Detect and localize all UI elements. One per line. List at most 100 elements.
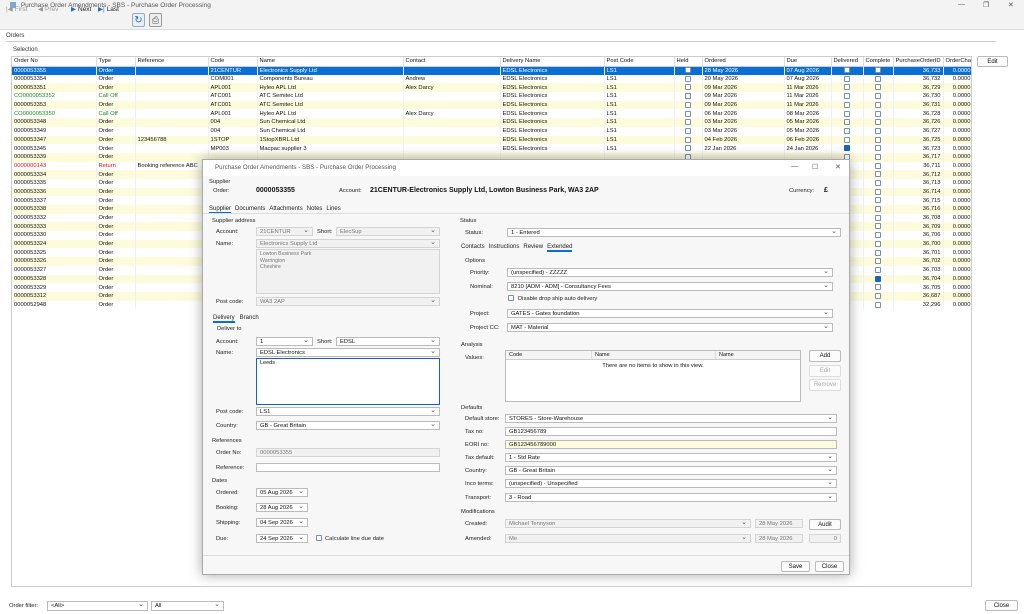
prev-button[interactable]: ◀ Prev xyxy=(38,5,58,14)
inco-select[interactable]: (unspecified) - Unspecified xyxy=(505,479,837,488)
dropship-checkbox[interactable] xyxy=(508,295,514,301)
complete-checkbox[interactable] xyxy=(875,232,881,239)
grid-column-header[interactable]: Held xyxy=(674,57,703,67)
table-row[interactable]: 0000053347 Order 123456788 1STOP 1StopXBRL L… xyxy=(12,135,971,145)
complete-checkbox[interactable] xyxy=(875,266,881,273)
held-checkbox[interactable] xyxy=(685,127,691,134)
close-main-button[interactable]: Close xyxy=(985,600,1018,611)
delivered-checkbox[interactable] xyxy=(844,101,850,108)
held-checkbox[interactable] xyxy=(685,110,691,117)
shipping-date-picker[interactable]: 04 Sep 2026 xyxy=(256,518,308,527)
analysis-remove-button[interactable]: Remove xyxy=(809,379,841,391)
transport-select[interactable]: 3 - Road xyxy=(505,493,837,502)
complete-checkbox[interactable] xyxy=(875,223,881,230)
held-checkbox[interactable] xyxy=(685,84,691,91)
complete-checkbox[interactable] xyxy=(875,214,881,221)
tab-instructions[interactable]: Instructions xyxy=(489,244,520,252)
close-window-icon[interactable]: ✕ xyxy=(1008,1,1014,9)
tab-delivery[interactable]: Delivery xyxy=(213,315,235,323)
delivered-checkbox[interactable] xyxy=(844,110,850,117)
table-row[interactable]: 0000053351 Order APL001 Hyleo APL Ltd Alex D… xyxy=(12,83,971,93)
store-select[interactable]: STORES - Store-Warehouse xyxy=(505,414,837,423)
dialog-minimize-icon[interactable]: — xyxy=(791,163,798,170)
edit-button[interactable]: Edit xyxy=(977,56,1008,67)
held-checkbox[interactable] xyxy=(685,75,691,82)
def-country-select[interactable]: GB - Great Britain xyxy=(505,466,837,475)
complete-checkbox[interactable] xyxy=(875,162,881,169)
grid-column-header[interactable]: PurchaseOrderID xyxy=(893,57,944,67)
save-button[interactable]: Save xyxy=(781,561,810,572)
complete-checkbox[interactable] xyxy=(875,180,881,187)
grid-column-header[interactable]: Type xyxy=(96,57,136,67)
complete-checkbox[interactable] xyxy=(875,206,881,213)
held-checkbox[interactable] xyxy=(685,93,691,100)
table-row[interactable]: 0000053345 Order MP003 Macpac supplier 3 EDS… xyxy=(12,144,971,153)
status-select[interactable]: 1 - Entered xyxy=(507,228,841,237)
projectcc-select[interactable]: MAT - Material xyxy=(507,323,833,332)
complete-checkbox[interactable] xyxy=(875,127,881,134)
complete-checkbox[interactable] xyxy=(875,75,881,82)
del-name-field[interactable]: EDSL Electronics xyxy=(256,348,440,357)
table-row[interactable]: 0000053355 Order 21CENTUR Electronics Suppl… xyxy=(12,66,971,75)
taxdef-select[interactable]: 1 - Std Rate xyxy=(505,453,837,462)
complete-checkbox[interactable] xyxy=(875,292,881,299)
complete-checkbox[interactable] xyxy=(875,93,881,100)
first-button[interactable]: |◀ First xyxy=(6,5,27,14)
delivered-checkbox[interactable] xyxy=(844,127,850,134)
complete-checkbox[interactable] xyxy=(875,67,881,74)
grid-column-header[interactable]: Reference xyxy=(135,57,209,67)
delivered-checkbox[interactable] xyxy=(844,119,850,126)
grid-column-header[interactable]: Delivery Name xyxy=(500,57,605,67)
close-dialog-button[interactable]: Close xyxy=(815,561,844,572)
eori-input[interactable]: GB123456789000 xyxy=(505,440,837,449)
delivered-checkbox[interactable] xyxy=(844,84,850,91)
held-checkbox[interactable] xyxy=(685,136,691,143)
complete-checkbox[interactable] xyxy=(875,258,881,265)
dialog-close-icon[interactable]: ✕ xyxy=(835,163,841,171)
calc-line-due-checkbox[interactable] xyxy=(316,535,322,541)
priority-select[interactable]: (unspecified) - ZZZZZ xyxy=(507,268,833,277)
held-checkbox[interactable] xyxy=(685,67,691,74)
grid-column-header[interactable]: Complete xyxy=(863,57,894,67)
grid-column-header[interactable]: Order No xyxy=(12,57,97,67)
tab-extended[interactable]: Extended xyxy=(547,244,573,252)
tab-review[interactable]: Review xyxy=(523,244,543,252)
minimize-icon[interactable]: — xyxy=(958,1,965,8)
reference-input[interactable] xyxy=(256,463,440,472)
analysis-list[interactable]: Code Name Name There are no items to sho… xyxy=(505,350,801,402)
table-row[interactable]: CO0000053352 Call Off ATC001 ATC Semitec Lt… xyxy=(12,92,971,101)
complete-checkbox[interactable] xyxy=(875,249,881,256)
taxno-input[interactable]: GB123456789 xyxy=(505,427,837,436)
complete-checkbox[interactable] xyxy=(875,136,881,143)
complete-checkbox[interactable] xyxy=(875,145,881,152)
complete-checkbox[interactable] xyxy=(875,275,881,282)
tab-branch[interactable]: Branch xyxy=(240,315,259,323)
grid-column-header[interactable]: Post Code xyxy=(604,57,675,67)
analysis-edit-button[interactable]: Edit xyxy=(809,365,841,377)
table-row[interactable]: 0000053353 Order ATC001 ATC Semitec Ltd EDSL… xyxy=(12,100,971,110)
delivered-checkbox[interactable] xyxy=(844,136,850,143)
booking-date-picker[interactable]: 28 Aug 2026 xyxy=(256,503,308,512)
nominal-select[interactable]: 8210 [ADM - ADM] - Consultancy Fees xyxy=(507,282,833,291)
table-row[interactable]: 0000053348 Order 004 Sun Chemical Ltd EDSL E… xyxy=(12,118,971,127)
complete-checkbox[interactable] xyxy=(875,101,881,108)
analysis-add-button[interactable]: Add xyxy=(809,350,841,362)
grid-column-header[interactable]: Due xyxy=(784,57,832,67)
due-date-picker[interactable]: 24 Sep 2026 xyxy=(256,534,308,543)
refresh-icon[interactable]: ↻ xyxy=(132,13,145,27)
next-button[interactable]: ▶ Next xyxy=(71,5,91,14)
audit-button[interactable]: Audit xyxy=(809,519,841,530)
tab-contacts[interactable]: Contacts xyxy=(461,244,485,252)
grid-column-header[interactable]: Name xyxy=(257,57,404,67)
complete-checkbox[interactable] xyxy=(875,119,881,126)
held-checkbox[interactable] xyxy=(685,145,691,152)
delivered-checkbox[interactable] xyxy=(844,75,850,82)
last-button[interactable]: ▶| Last xyxy=(98,5,119,14)
del-address-field[interactable]: Leeds xyxy=(256,358,440,405)
order-filter-select[interactable]: <All> xyxy=(47,601,148,611)
del-country-field[interactable]: GB - Great Britain xyxy=(256,421,440,430)
complete-checkbox[interactable] xyxy=(875,197,881,204)
held-checkbox[interactable] xyxy=(685,119,691,126)
grid-column-header[interactable]: OrderCha xyxy=(943,57,971,67)
delivered-checkbox[interactable] xyxy=(844,145,850,152)
